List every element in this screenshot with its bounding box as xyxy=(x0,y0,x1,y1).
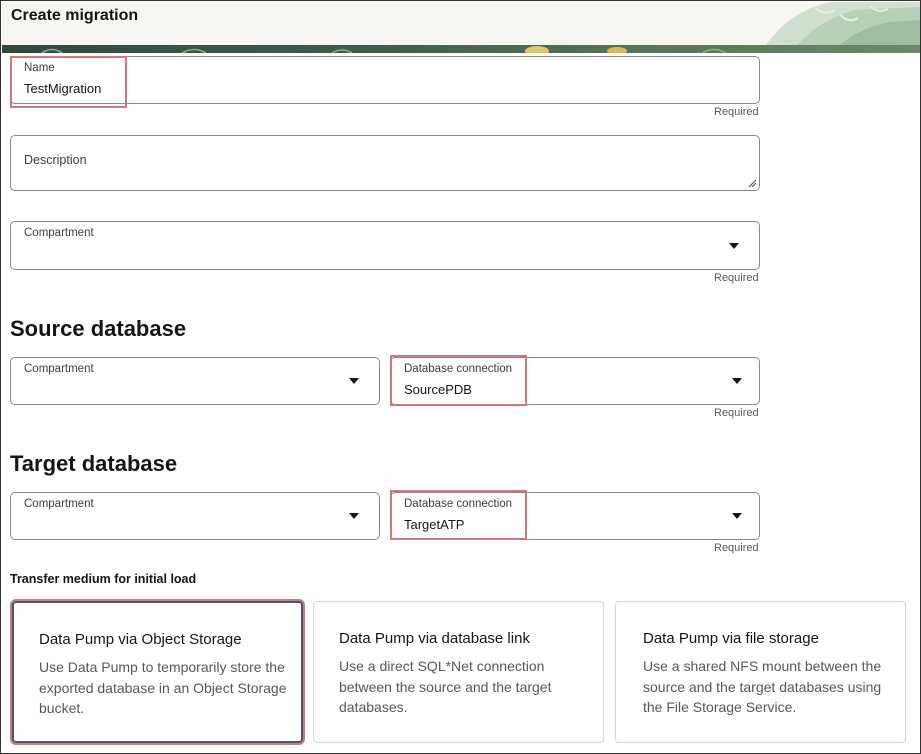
option-title: Data Pump via file storage xyxy=(643,630,819,647)
transfer-medium-label: Transfer medium for initial load xyxy=(10,572,197,586)
chevron-down-icon[interactable] xyxy=(732,378,742,384)
source-connection-select[interactable]: Database connection SourcePDB xyxy=(390,357,760,405)
transfer-option-file-storage[interactable]: Data Pump via file storage Use a shared … xyxy=(615,601,906,743)
transfer-option-database-link[interactable]: Data Pump via database link Use a direct… xyxy=(313,601,604,743)
name-value: TestMigration xyxy=(24,81,102,96)
compartment-required: Required xyxy=(714,272,759,284)
compartment-label: Compartment xyxy=(24,227,94,239)
option-description: Use Data Pump to temporarily store the e… xyxy=(39,659,287,716)
source-database-heading: Source database xyxy=(10,316,187,341)
target-connection-select[interactable]: Database connection TargetATP xyxy=(390,492,760,540)
option-title: Data Pump via Object Storage xyxy=(39,631,242,648)
target-connection-required: Required xyxy=(714,542,759,554)
chevron-down-icon[interactable] xyxy=(349,513,359,519)
compartment-select[interactable]: Compartment xyxy=(10,221,760,270)
option-description: Use a shared NFS mount between the sourc… xyxy=(643,658,882,715)
source-connection-value: SourcePDB xyxy=(404,382,472,397)
option-description: Use a direct SQL*Net connection between … xyxy=(339,658,552,715)
source-compartment-select[interactable]: Compartment xyxy=(10,357,380,405)
description-label: Description xyxy=(24,153,87,167)
panel-header: Create migration xyxy=(2,2,920,53)
resize-handle-icon[interactable] xyxy=(748,179,757,188)
page-title: Create migration xyxy=(11,7,139,24)
chevron-down-icon[interactable] xyxy=(732,513,742,519)
name-field[interactable]: Name TestMigration xyxy=(10,56,760,104)
source-compartment-label: Compartment xyxy=(24,363,94,375)
target-compartment-select[interactable]: Compartment xyxy=(10,492,380,540)
target-connection-value: TargetATP xyxy=(404,517,465,532)
source-connection-label: Database connection xyxy=(404,363,513,375)
transfer-option-object-storage[interactable]: Data Pump via Object Storage Use Data Pu… xyxy=(12,601,303,743)
option-title: Data Pump via database link xyxy=(339,630,530,647)
chevron-down-icon[interactable] xyxy=(349,378,359,384)
header-band xyxy=(2,45,920,53)
chevron-down-icon[interactable] xyxy=(729,243,739,249)
source-connection-required: Required xyxy=(714,407,759,419)
create-migration-panel: Create migration Name TestMigration Requ… xyxy=(0,0,921,754)
description-field[interactable]: Description xyxy=(10,135,760,191)
name-label: Name xyxy=(24,62,55,74)
target-connection-label: Database connection xyxy=(404,498,513,510)
name-required: Required xyxy=(714,106,759,118)
target-database-heading: Target database xyxy=(10,451,178,476)
target-compartment-label: Compartment xyxy=(24,498,94,510)
